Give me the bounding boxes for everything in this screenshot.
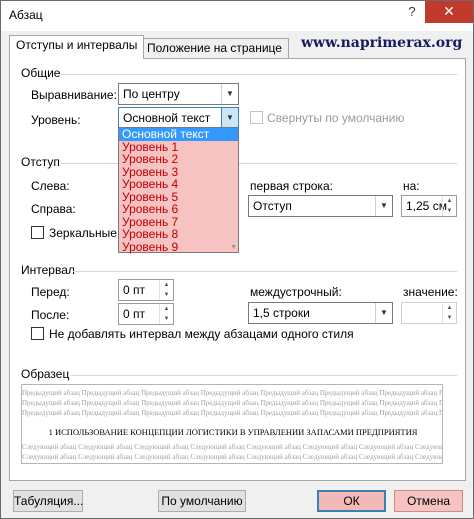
spin-buttons[interactable]: ▲ ▼ <box>159 304 173 324</box>
spacing-divider <box>73 271 457 272</box>
title-bar: Абзац ? ✕ <box>1 1 473 31</box>
close-button[interactable]: ✕ <box>425 1 473 23</box>
collapsed-checkbox[interactable] <box>250 111 263 124</box>
line-spacing-value-label: значение: <box>403 285 458 299</box>
cancel-button-label: Отмена <box>406 494 451 508</box>
general-divider <box>61 74 457 75</box>
indent-by-label: на: <box>403 179 420 193</box>
spacing-before-label: Перед: <box>31 285 70 299</box>
spacing-after-value: 0 пт <box>123 307 146 321</box>
spin-down-icon[interactable]: ▼ <box>160 290 173 300</box>
indent-right-label: Справа: <box>31 202 76 216</box>
spin-down-icon[interactable]: ▼ <box>443 206 456 216</box>
tab-indents-spacing[interactable]: Отступы и интервалы <box>9 35 145 59</box>
indent-left-label: Слева: <box>31 179 70 193</box>
cancel-button[interactable]: Отмена <box>394 490 463 512</box>
mirror-indents-checkbox[interactable] <box>31 226 44 239</box>
chevron-down-icon: ▼ <box>221 84 238 104</box>
spin-buttons[interactable]: ▲ ▼ <box>442 196 456 216</box>
preview-prev-line: Предыдущий абзац Предыдущий абзац Предыд… <box>22 399 442 407</box>
spin-up-icon[interactable]: ▲ <box>160 304 173 314</box>
chevron-down-icon: ▼ <box>375 196 392 216</box>
line-spacing-value: 1,5 строки <box>253 306 310 320</box>
watermark: www.naprimerax.org <box>301 35 463 51</box>
first-line-label: первая строка: <box>250 179 333 193</box>
spin-buttons[interactable]: ▲ ▼ <box>442 303 456 323</box>
spin-down-icon[interactable]: ▼ <box>160 314 173 324</box>
alignment-label: Выравнивание: <box>31 88 117 102</box>
level-label: Уровень: <box>31 113 81 127</box>
preview-box: Предыдущий абзац Предыдущий абзац Предыд… <box>21 384 443 464</box>
dialog-title: Абзац <box>9 8 43 22</box>
level-option[interactable]: Уровень 2 <box>119 153 238 166</box>
level-option[interactable]: Уровень 8 <box>119 228 238 241</box>
tabs-button-label: Табуляция... <box>14 494 84 508</box>
indent-by-input[interactable]: 1,25 см ▲ ▼ <box>401 195 457 217</box>
no-space-same-style-label: Не добавлять интервал между абзацами одн… <box>49 327 354 341</box>
spacing-before-input[interactable]: 0 пт ▲ ▼ <box>118 279 174 301</box>
spacing-section-title: Интервал <box>21 263 75 277</box>
alignment-value: По центру <box>123 87 180 101</box>
indent-section-title: Отступ <box>21 155 60 169</box>
line-spacing-label: междустрочный: <box>250 285 342 299</box>
preview-prev-line: Предыдущий абзац Предыдущий абзац Предыд… <box>22 409 442 417</box>
general-section-title: Общие <box>21 66 61 80</box>
ok-button[interactable]: ОК <box>317 490 386 512</box>
set-default-button[interactable]: По умолчанию <box>158 490 246 512</box>
level-option[interactable]: Уровень 4 <box>119 178 238 191</box>
spin-up-icon[interactable]: ▲ <box>443 303 456 313</box>
spacing-before-value: 0 пт <box>123 283 146 297</box>
collapsed-label: Свернуты по умолчанию <box>267 111 405 125</box>
preview-prev-line: Предыдущий абзац Предыдущий абзац Предыд… <box>22 389 442 397</box>
scroll-down-icon[interactable]: ▼ <box>230 244 237 251</box>
preview-section-title: Образец <box>21 367 70 381</box>
spin-buttons[interactable]: ▲ ▼ <box>159 280 173 300</box>
preview-divider <box>71 375 457 376</box>
level-option[interactable]: Уровень 9 <box>119 240 238 254</box>
help-icon[interactable]: ? <box>399 1 425 23</box>
spacing-after-input[interactable]: 0 пт ▲ ▼ <box>118 303 174 325</box>
level-value: Основной текст <box>123 111 211 125</box>
first-line-select[interactable]: Отступ ▼ <box>248 195 393 217</box>
set-default-button-label: По умолчанию <box>161 494 243 508</box>
level-select[interactable]: Основной текст ▼ <box>118 107 239 129</box>
level-dropdown-list[interactable]: Основной текст Уровень 1 Уровень 2 Урове… <box>118 127 239 253</box>
chevron-down-icon: ▼ <box>375 303 392 323</box>
line-spacing-select[interactable]: 1,5 строки ▼ <box>248 302 393 324</box>
chevron-down-icon: ▼ <box>221 108 238 128</box>
preview-next-line: Следующий абзац Следующий абзац Следующи… <box>22 453 443 461</box>
spin-up-icon[interactable]: ▲ <box>160 280 173 290</box>
spin-down-icon[interactable]: ▼ <box>443 313 456 323</box>
no-space-same-style-checkbox[interactable] <box>31 327 44 340</box>
preview-main-text: 1 ИСПОЛЬЗОВАНИЕ КОНЦЕПЦИИ ЛОГИСТИКИ В УП… <box>48 427 418 437</box>
ok-button-label: ОК <box>343 494 360 508</box>
spin-up-icon[interactable]: ▲ <box>443 196 456 206</box>
tabs-button[interactable]: Табуляция... <box>13 490 83 512</box>
level-option[interactable]: Уровень 6 <box>119 203 238 216</box>
paragraph-dialog: Абзац ? ✕ Отступы и интервалы Положение … <box>0 0 474 519</box>
preview-next-line: Следующий абзац Следующий абзац Следующи… <box>22 443 443 451</box>
tab-line-page-breaks[interactable]: Положение на странице <box>140 38 289 58</box>
first-line-value: Отступ <box>253 199 292 213</box>
indent-by-value: 1,25 см <box>406 199 447 213</box>
spacing-after-label: После: <box>31 308 70 322</box>
level-option[interactable]: Основной текст <box>119 128 238 141</box>
tab-line-page-breaks-label: Положение на странице <box>147 41 282 55</box>
alignment-select[interactable]: По центру ▼ <box>118 83 239 105</box>
line-spacing-amount-input[interactable]: ▲ ▼ <box>401 302 457 324</box>
